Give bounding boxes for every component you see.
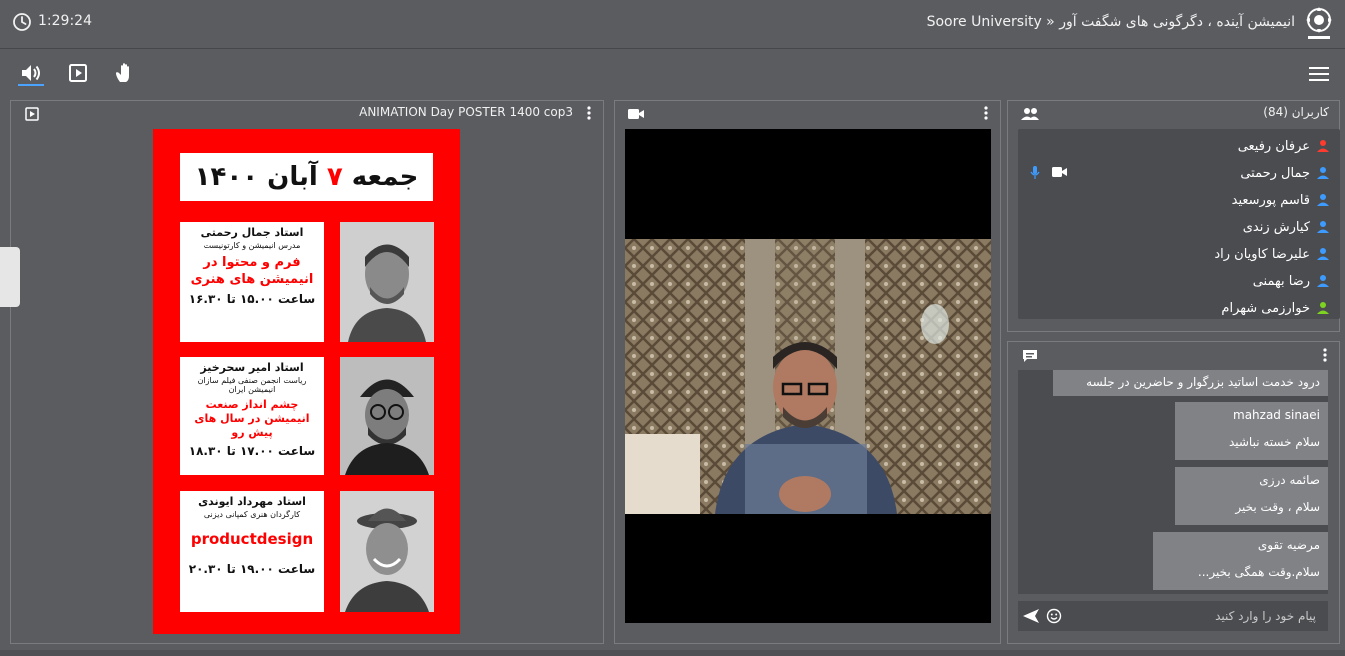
poster-speaker-card: استاد امیر سحرخیز ریاست انجمن صنفی فیلم … [180,357,324,475]
speaker-name: استاد جمال رحمتی [200,226,304,239]
speaker-time: ساعت ۱۵.۰۰ تا ۱۶.۳۰ [188,292,316,306]
bottom-strip [0,650,1345,656]
chat-messages[interactable]: درود خدمت اساتید بزرگوار و حاضرین در جلس… [1018,370,1328,594]
user-name: رضا بهمنی [1252,273,1310,289]
video-options-icon[interactable] [980,105,992,121]
speaker-role: کارگردان هنری کمپانی دیزنی [203,510,301,519]
user-name: کیارش زندی [1242,219,1310,235]
chat-message-sender: صائمه درزی [1259,473,1320,487]
speaker-photo [340,222,434,342]
top-bar: 1:29:24 Soore University » انیمیشن آینده… [0,0,1345,49]
play-box-icon[interactable] [65,60,91,86]
speaker-topic: productdesign [190,530,314,548]
user-media-status [1030,166,1068,180]
chat-input[interactable]: پیام خود را وارد کنید [1018,601,1328,631]
user-list-item[interactable]: جمال رحمتی [1240,160,1330,186]
users-count-title: کاربران (84) [1263,105,1329,119]
camera-icon [1052,167,1067,177]
send-icon[interactable] [1022,608,1040,624]
user-person-icon [1317,194,1329,206]
user-list-item[interactable]: عرفان رفیعی [1238,133,1330,159]
event-poster: جمعه ۷ آبان ۱۴۰۰ استاد جمال رحمتی مدرس ا… [153,129,460,634]
speaker-photo [340,491,434,612]
user-person-icon [1317,275,1329,287]
chat-message-text: سلام ، وقت بخیر [1235,500,1320,514]
chat-message-sender: mahzad sinaei [1233,408,1320,422]
speaker-topic: فرم و محتوا در انیمیشن های هنری [190,255,314,287]
poster-date-banner: جمعه ۷ آبان ۱۴۰۰ [180,153,433,201]
hamburger-menu-icon[interactable] [1306,61,1332,87]
user-list-item[interactable]: قاسم پورسعید [1232,187,1330,213]
speaker-topic: چشم انداز صنعت انیمیشن در سال های پیش رو [194,398,310,439]
user-list-item[interactable]: کیارش زندی [1243,214,1330,240]
presentation-icon [25,107,39,121]
chat-message: صائمه درزی سلام ، وقت بخیر [1175,467,1328,525]
session-timer: 1:29:24 [38,13,92,29]
chat-message-text: سلام خسته نباشید [1228,435,1320,449]
poster-speaker-card: استاد مهرداد ایوندی کارگردان هنری کمپانی… [180,491,324,612]
user-person-icon [1317,140,1329,152]
session-title: Soore University » انیمیشن آینده ، دگرگو… [926,14,1295,30]
speaker-role: ریاست انجمن صنفی فیلم سازان انیمیشن ایرا… [197,376,307,394]
speaker-icon[interactable] [18,60,44,86]
speaker-role: مدرس انیمیشن و کارتونیست [203,241,301,250]
chat-message: mahzad sinaei سلام خسته نباشید [1175,402,1328,460]
chat-message-text: درود خدمت اساتید بزرگوار و حاضرین در جلس… [1086,375,1320,389]
microphone-icon [1030,166,1040,179]
raise-hand-icon[interactable] [112,60,138,86]
user-person-icon [1317,302,1329,314]
user-person-icon [1317,167,1329,179]
user-name: علیرضا کاویان راد [1214,246,1310,262]
chat-options-icon[interactable] [1319,347,1331,363]
clock-icon [13,13,31,31]
sidebar-toggle-handle[interactable] [0,247,20,307]
user-list-item[interactable]: علیرضا کاویان راد [1214,241,1330,267]
poster-date-suffix: آبان ۱۴۰۰ [194,162,318,192]
user-person-icon [1317,248,1329,260]
user-name: جمال رحمتی [1240,165,1310,181]
speaker-name: استاد مهرداد ایوندی [198,495,306,508]
toolbar [0,49,1345,97]
speaker-photo [340,357,434,475]
presentation-title: ANIMATION Day POSTER 1400 cop3 [359,105,573,119]
emoji-icon[interactable] [1046,608,1062,624]
chat-message: مرضیه تقوی سلام.وقت همگی بخیر... [1153,532,1328,590]
poster-date-day: ۷ [326,162,343,192]
webcam-frame [625,239,991,514]
speaker-name: استاد امیر سحرخیز [200,361,304,374]
users-group-icon [1021,108,1039,120]
webcam-video [625,129,991,623]
poster-date-prefix: جمعه [351,162,419,192]
chat-input-placeholder: پیام خود را وارد کنید [1215,609,1316,623]
speaker-time: ساعت ۱۷.۰۰ تا ۱۸.۳۰ [188,444,316,458]
chat-message-text: سلام.وقت همگی بخیر... [1197,565,1320,579]
speaker-time: ساعت ۱۹.۰۰ تا ۲۰.۳۰ [188,562,316,576]
university-logo-icon [1306,7,1332,39]
chat-bubble-icon [1023,350,1037,362]
user-list-item[interactable]: رضا بهمنی [1253,268,1330,294]
presentation-options-icon[interactable] [583,105,595,121]
video-camera-icon [628,109,644,119]
chat-message: درود خدمت اساتید بزرگوار و حاضرین در جلس… [1053,370,1328,396]
users-list: عرفان رفیعی جمال رحمتی قاسم پورسعید کیارش ز… [1018,129,1340,319]
user-name: عرفان رفیعی [1237,138,1310,154]
user-name: قاسم پورسعید [1231,192,1310,208]
poster-speaker-card: استاد جمال رحمتی مدرس انیمیشن و کارتونیس… [180,222,324,342]
user-person-icon [1317,221,1329,233]
user-name: خوارزمی شهرام [1221,300,1310,316]
user-list-item[interactable]: خوارزمی شهرام [1221,295,1330,321]
chat-message-sender: مرضیه تقوی [1257,538,1320,552]
active-tab-indicator [18,84,44,86]
